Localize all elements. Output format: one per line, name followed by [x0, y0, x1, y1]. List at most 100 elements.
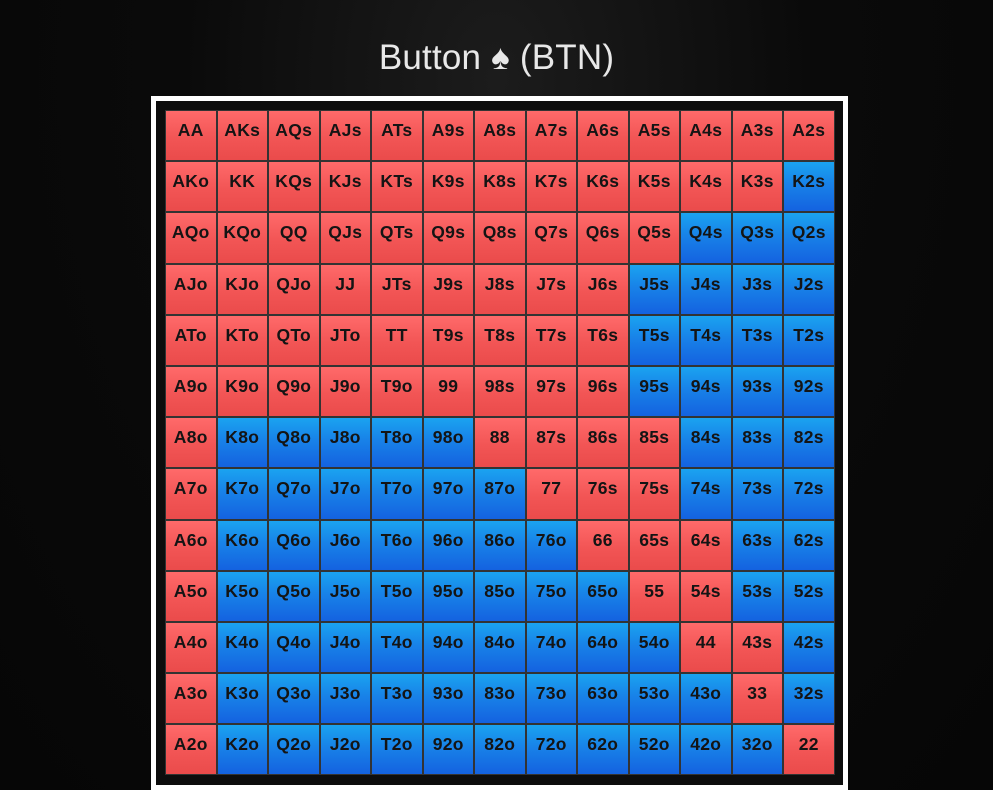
- hand-cell-J7s: J7s: [525, 263, 577, 315]
- hand-cell-K7o: K7o: [216, 468, 268, 520]
- hand-cell-82s: 82s: [783, 417, 835, 469]
- hand-cell-J7o: J7o: [319, 468, 371, 520]
- hand-cell-A9s: A9s: [422, 110, 474, 162]
- hand-cell-A2o: A2o: [165, 724, 217, 776]
- hand-cell-75o: 75o: [525, 570, 577, 622]
- hand-cell-QTo: QTo: [268, 314, 320, 366]
- hand-cell-85o: 85o: [474, 570, 526, 622]
- hand-cell-Q7o: Q7o: [268, 468, 320, 520]
- hand-cell-JTo: JTo: [319, 314, 371, 366]
- hand-cell-T6s: T6s: [577, 314, 629, 366]
- hand-cell-54s: 54s: [680, 570, 732, 622]
- hand-cell-QJs: QJs: [319, 212, 371, 264]
- hand-cell-74o: 74o: [525, 621, 577, 674]
- hand-cell-76o: 76o: [525, 519, 577, 571]
- hand-cell-85s: 85s: [628, 417, 680, 469]
- hand-cell-AJs: AJs: [319, 110, 371, 162]
- hand-cell-Q8o: Q8o: [268, 417, 320, 469]
- hand-cell-J2o: J2o: [319, 724, 371, 776]
- hand-cell-75s: 75s: [628, 468, 680, 520]
- hand-cell-63o: 63o: [577, 673, 629, 725]
- hand-cell-A3s: A3s: [731, 110, 783, 162]
- hand-cell-K9o: K9o: [216, 365, 268, 418]
- range-chart-frame: AA AKs AQs AJs ATs A9s A8s A7s A6s A5s A4s A3s A2s AK…: [151, 96, 848, 790]
- hand-cell-A8s: A8s: [474, 110, 526, 162]
- hand-cell-64s: 64s: [680, 519, 732, 571]
- hand-cell-J8s: J8s: [474, 263, 526, 315]
- hand-cell-Q3s: Q3s: [731, 212, 783, 264]
- hand-cell-96o: 96o: [422, 519, 474, 571]
- hand-cell-42s: 42s: [783, 621, 835, 674]
- hand-cell-44: 44: [680, 621, 732, 674]
- hand-cell-Q4s: Q4s: [680, 212, 732, 264]
- hand-cell-T4s: T4s: [680, 314, 732, 366]
- hand-cell-64o: 64o: [577, 621, 629, 674]
- hand-cell-33: 33: [731, 673, 783, 725]
- hand-cell-A9o: A9o: [165, 365, 217, 418]
- hand-cell-83s: 83s: [731, 417, 783, 469]
- hand-cell-KTs: KTs: [371, 161, 423, 213]
- hand-cell-KJo: KJo: [216, 263, 268, 315]
- hand-cell-63s: 63s: [731, 519, 783, 571]
- hand-cell-A7s: A7s: [525, 110, 577, 162]
- hand-cell-Q3o: Q3o: [268, 673, 320, 725]
- hand-cell-86o: 86o: [474, 519, 526, 571]
- range-chart-inner: AA AKs AQs AJs ATs A9s A8s A7s A6s A5s A4s A3s A2s AK…: [156, 101, 843, 785]
- hand-cell-53o: 53o: [628, 673, 680, 725]
- hand-cell-QJo: QJo: [268, 263, 320, 315]
- hand-cell-K6o: K6o: [216, 519, 268, 571]
- hand-cell-53s: 53s: [731, 570, 783, 622]
- hand-cell-77: 77: [525, 468, 577, 520]
- hand-cell-72o: 72o: [525, 724, 577, 776]
- hand-cell-43s: 43s: [731, 621, 783, 674]
- hand-cell-Q8s: Q8s: [474, 212, 526, 264]
- hand-cell-J4o: J4o: [319, 621, 371, 674]
- hand-cell-94o: 94o: [422, 621, 474, 674]
- hand-cell-A4o: A4o: [165, 621, 217, 674]
- hand-cell-A5s: A5s: [628, 110, 680, 162]
- hand-cell-K4o: K4o: [216, 621, 268, 674]
- hand-cell-A3o: A3o: [165, 673, 217, 725]
- hand-cell-AQo: AQo: [165, 212, 217, 264]
- hand-cell-T3s: T3s: [731, 314, 783, 366]
- hand-cell-ATs: ATs: [371, 110, 423, 162]
- hand-cell-KQo: KQo: [216, 212, 268, 264]
- hand-cell-T7o: T7o: [371, 468, 423, 520]
- hand-cell-95s: 95s: [628, 365, 680, 418]
- hand-cell-Q9s: Q9s: [422, 212, 474, 264]
- hand-cell-93o: 93o: [422, 673, 474, 725]
- hand-cell-K3o: K3o: [216, 673, 268, 725]
- hand-cell-32o: 32o: [731, 724, 783, 776]
- hand-cell-T5o: T5o: [371, 570, 423, 622]
- hand-cell-T3o: T3o: [371, 673, 423, 725]
- hand-cell-97s: 97s: [525, 365, 577, 418]
- hand-cell-J5o: J5o: [319, 570, 371, 622]
- hand-cell-Q6o: Q6o: [268, 519, 320, 571]
- hand-cell-K9s: K9s: [422, 161, 474, 213]
- hand-cell-J9s: J9s: [422, 263, 474, 315]
- hand-cell-KQs: KQs: [268, 161, 320, 213]
- hand-cell-92o: 92o: [422, 724, 474, 776]
- hand-cell-J2s: J2s: [783, 263, 835, 315]
- hand-cell-87o: 87o: [474, 468, 526, 520]
- hand-cell-AKo: AKo: [165, 161, 217, 213]
- hand-cell-K7s: K7s: [525, 161, 577, 213]
- hand-cell-J8o: J8o: [319, 417, 371, 469]
- hand-cell-J6s: J6s: [577, 263, 629, 315]
- hand-cell-73s: 73s: [731, 468, 783, 520]
- hand-cell-JJ: JJ: [319, 263, 371, 315]
- hand-cell-Q6s: Q6s: [577, 212, 629, 264]
- hand-range-grid: AA AKs AQs AJs ATs A9s A8s A7s A6s A5s A4s A3s A2s AK…: [165, 110, 835, 776]
- hand-cell-AJo: AJo: [165, 263, 217, 315]
- hand-cell-84s: 84s: [680, 417, 732, 469]
- hand-cell-J4s: J4s: [680, 263, 732, 315]
- hand-cell-94s: 94s: [680, 365, 732, 418]
- hand-cell-65o: 65o: [577, 570, 629, 622]
- hand-cell-99: 99: [422, 365, 474, 418]
- hand-cell-AKs: AKs: [216, 110, 268, 162]
- hand-cell-T8s: T8s: [474, 314, 526, 366]
- hand-cell-A4s: A4s: [680, 110, 732, 162]
- hand-cell-66: 66: [577, 519, 629, 571]
- hand-cell-J3o: J3o: [319, 673, 371, 725]
- hand-cell-76s: 76s: [577, 468, 629, 520]
